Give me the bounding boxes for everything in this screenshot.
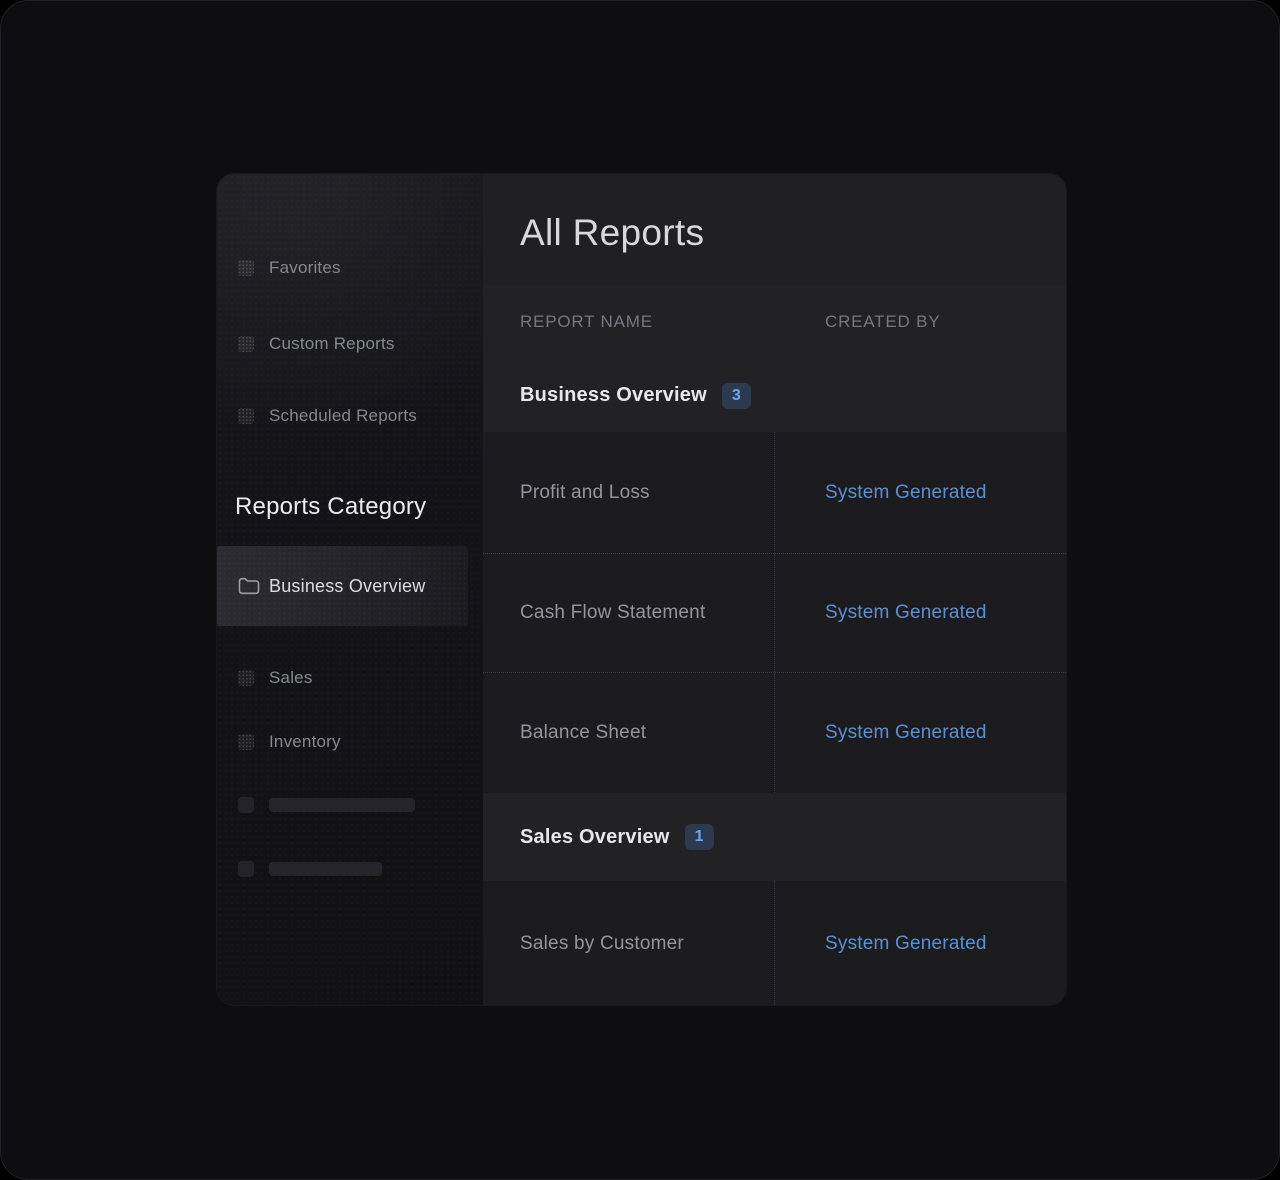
report-name-cell[interactable]: Balance Sheet	[483, 673, 775, 793]
sidebar-item-label: Favorites	[269, 258, 341, 278]
skeleton-icon	[238, 797, 254, 813]
sidebar-skeleton-item	[217, 861, 483, 877]
table-header-band: REPORT NAME CREATED BY Business Overview…	[483, 285, 1066, 432]
panel-header: All Reports	[483, 174, 1066, 285]
table-row[interactable]: Sales by Customer System Generated	[483, 881, 1066, 1006]
report-name-cell[interactable]: Sales by Customer	[483, 881, 775, 1006]
sidebar-item-label: Custom Reports	[269, 334, 395, 354]
inventory-placeholder-icon	[238, 734, 254, 750]
created-by-link[interactable]: System Generated	[775, 554, 1066, 672]
created-by-link[interactable]: System Generated	[775, 432, 1066, 553]
sidebar-item-label: Business Overview	[269, 576, 425, 597]
group-header-sales-overview[interactable]: Sales Overview 1	[483, 793, 1066, 881]
count-badge: 1	[685, 824, 714, 850]
column-header-created-by: CREATED BY	[775, 312, 940, 332]
column-header-report-name: REPORT NAME	[483, 312, 775, 332]
skeleton-bar	[269, 798, 415, 812]
table-row[interactable]: Balance Sheet System Generated	[483, 672, 1066, 793]
group-name: Sales Overview	[520, 826, 670, 849]
table-row[interactable]: Profit and Loss System Generated	[483, 432, 1066, 553]
sidebar-item-favorites[interactable]: Favorites	[217, 255, 483, 281]
skeleton-bar	[269, 862, 382, 876]
created-by-link[interactable]: System Generated	[775, 881, 1066, 1006]
all-reports-panel: All Reports REPORT NAME CREATED BY Busin…	[483, 174, 1066, 1005]
table-row[interactable]: Cash Flow Statement System Generated	[483, 553, 1066, 672]
sidebar-item-label: Inventory	[269, 732, 341, 752]
page-title: All Reports	[520, 212, 704, 254]
sidebar-item-business-overview-selected[interactable]: Business Overview	[217, 546, 468, 626]
folder-icon	[238, 577, 260, 595]
favorites-placeholder-icon	[238, 260, 254, 276]
sidebar-item-custom-reports[interactable]: Custom Reports	[217, 331, 483, 357]
report-name-cell[interactable]: Profit and Loss	[483, 432, 775, 553]
group-header-business-overview[interactable]: Business Overview 3	[483, 359, 1066, 432]
sidebar-item-label: Scheduled Reports	[269, 406, 417, 426]
reports-card: Favorites Custom Reports Scheduled Repor…	[216, 173, 1067, 1006]
sidebar-item-label: Sales	[269, 668, 313, 688]
custom-reports-placeholder-icon	[238, 336, 254, 352]
sidebar-section-title: Reports Category	[235, 493, 426, 521]
sidebar-item-scheduled-reports[interactable]: Scheduled Reports	[217, 403, 483, 429]
sidebar-skeleton-item	[217, 797, 483, 813]
sales-placeholder-icon	[238, 670, 254, 686]
scheduled-reports-placeholder-icon	[238, 408, 254, 424]
app-background: Favorites Custom Reports Scheduled Repor…	[0, 0, 1280, 1180]
group-name: Business Overview	[520, 384, 707, 407]
report-name-cell[interactable]: Cash Flow Statement	[483, 554, 775, 672]
table-column-header-row: REPORT NAME CREATED BY	[483, 285, 1066, 359]
skeleton-icon	[238, 861, 254, 877]
sidebar-item-inventory[interactable]: Inventory	[217, 729, 483, 755]
created-by-link[interactable]: System Generated	[775, 673, 1066, 793]
sidebar-item-sales[interactable]: Sales	[217, 665, 483, 691]
reports-sidebar: Favorites Custom Reports Scheduled Repor…	[217, 174, 483, 1005]
count-badge: 3	[722, 383, 751, 409]
